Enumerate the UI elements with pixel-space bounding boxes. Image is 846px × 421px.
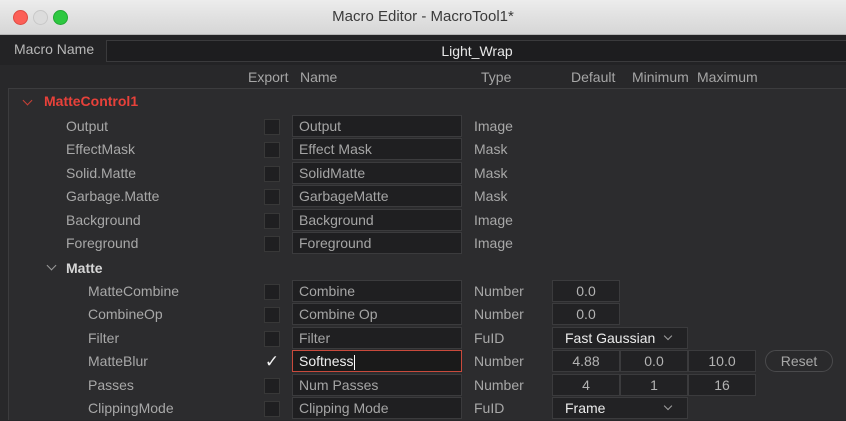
export-checkbox[interactable]	[264, 189, 280, 205]
input-row-filter: Filter Filter FuID Fast Gaussian	[0, 327, 846, 351]
input-type: FuID	[474, 400, 505, 416]
export-checkbox[interactable]	[264, 307, 280, 323]
input-row-solidmatte: Solid.Matte SolidMatte Mask	[0, 162, 846, 186]
minimum-column-header: Minimum	[632, 69, 689, 85]
input-row-effectmask: EffectMask Effect Mask Mask	[0, 138, 846, 162]
export-checkbox[interactable]	[264, 236, 280, 252]
input-name-field[interactable]: Effect Mask	[292, 138, 462, 160]
input-name-field[interactable]: Clipping Mode	[292, 397, 462, 419]
export-checkbox[interactable]	[264, 331, 280, 347]
macro-name-label: Macro Name	[14, 41, 95, 57]
export-checkbox[interactable]	[264, 378, 280, 394]
export-checkbox-checked[interactable]: ✓	[264, 353, 280, 370]
maximum-column-header: Maximum	[697, 69, 758, 85]
input-row-background: Background Background Image	[0, 209, 846, 233]
input-row-foreground: Foreground Foreground Image	[0, 232, 846, 256]
input-label: Output	[66, 118, 109, 134]
maximum-value-field[interactable]: 16	[688, 374, 756, 396]
window-title: Macro Editor - MacroTool1*	[332, 8, 514, 25]
input-name-field[interactable]: SolidMatte	[292, 162, 462, 184]
input-label: Garbage.Matte	[66, 188, 160, 204]
input-row-clippingmode: ClippingMode Clipping Mode FuID Frame	[0, 397, 846, 421]
input-label: ClippingMode	[88, 400, 174, 416]
input-label: Passes	[88, 377, 134, 393]
minimum-value-field[interactable]: 1	[620, 374, 688, 396]
chevron-down-icon	[663, 401, 673, 411]
input-label: Foreground	[66, 235, 139, 251]
default-value-field[interactable]: 4	[552, 374, 620, 396]
input-label: MatteCombine	[88, 283, 180, 299]
input-row-garbagematte: Garbage.Matte GarbageMatte Mask	[0, 185, 846, 209]
input-type: Image	[474, 118, 513, 134]
reset-button[interactable]: Reset	[765, 350, 833, 372]
dropdown-value: Frame	[565, 400, 606, 416]
input-row-mattecombine: MatteCombine Combine Number 0.0	[0, 280, 846, 304]
input-label: Background	[66, 212, 141, 228]
chevron-down-icon	[663, 331, 673, 341]
export-checkbox[interactable]	[264, 401, 280, 417]
input-type: Mask	[474, 141, 508, 157]
macro-name-bar: Macro Name Light_Wrap	[0, 35, 846, 65]
input-type: Number	[474, 353, 524, 369]
input-label: Solid.Matte	[66, 165, 137, 181]
input-type: Number	[474, 283, 524, 299]
default-column-header: Default	[571, 69, 616, 85]
input-type: Mask	[474, 165, 508, 181]
input-type: Image	[474, 235, 513, 251]
input-row-output: Output Output Image	[0, 115, 846, 139]
input-name-field[interactable]: Output	[292, 115, 462, 137]
input-type: Number	[474, 377, 524, 393]
input-label: EffectMask	[66, 141, 135, 157]
text-cursor	[354, 354, 356, 370]
minimum-value-field[interactable]: 0.0	[620, 350, 688, 372]
clipping-mode-dropdown[interactable]: Frame	[552, 397, 688, 419]
input-name-field[interactable]: Background	[292, 209, 462, 231]
input-label: CombineOp	[88, 306, 163, 322]
input-type: Image	[474, 212, 513, 228]
default-value-field[interactable]: 4.88	[552, 350, 620, 372]
input-name-field[interactable]: Combine	[292, 280, 462, 302]
export-column-header: Export	[248, 69, 289, 85]
export-checkbox[interactable]	[264, 119, 280, 135]
input-type: FuID	[474, 330, 505, 346]
title-bar: Macro Editor - MacroTool1*	[0, 0, 846, 35]
type-column-header: Type	[481, 69, 512, 85]
export-checkbox[interactable]	[264, 213, 280, 229]
input-name-field[interactable]: Foreground	[292, 232, 462, 254]
input-name-field[interactable]: Num Passes	[292, 374, 462, 396]
filter-default-dropdown[interactable]: Fast Gaussian	[552, 327, 688, 349]
input-type: Number	[474, 306, 524, 322]
input-label: MatteBlur	[88, 353, 148, 369]
dropdown-value: Fast Gaussian	[565, 330, 656, 346]
input-name-field[interactable]: GarbageMatte	[292, 185, 462, 207]
maximum-value-field[interactable]: 10.0	[688, 350, 756, 372]
input-name-field-active[interactable]: Softness	[292, 350, 462, 372]
input-name-field[interactable]: Filter	[292, 327, 462, 349]
input-label: Filter	[88, 330, 120, 346]
export-checkbox[interactable]	[264, 142, 280, 158]
input-row-matteblur: MatteBlur ✓ Softness Number 4.88 0.0 10.…	[0, 350, 846, 374]
input-name-text: Softness	[299, 353, 354, 369]
input-type: Mask	[474, 188, 508, 204]
default-value-field[interactable]: 0.0	[552, 303, 620, 325]
input-row-passes: Passes Num Passes Number 4 1 16	[0, 374, 846, 398]
macro-name-input[interactable]: Light_Wrap	[106, 40, 846, 62]
export-checkbox[interactable]	[264, 284, 280, 300]
default-value-field[interactable]: 0.0	[552, 280, 620, 302]
name-column-header: Name	[300, 69, 338, 85]
group-header-mattecontrol[interactable]: MatteControl1	[44, 93, 138, 109]
input-name-field[interactable]: Combine Op	[292, 303, 462, 325]
input-row-combineop: CombineOp Combine Op Number 0.0	[0, 303, 846, 327]
group-header-matte[interactable]: Matte	[66, 260, 103, 276]
export-checkbox[interactable]	[264, 166, 280, 182]
